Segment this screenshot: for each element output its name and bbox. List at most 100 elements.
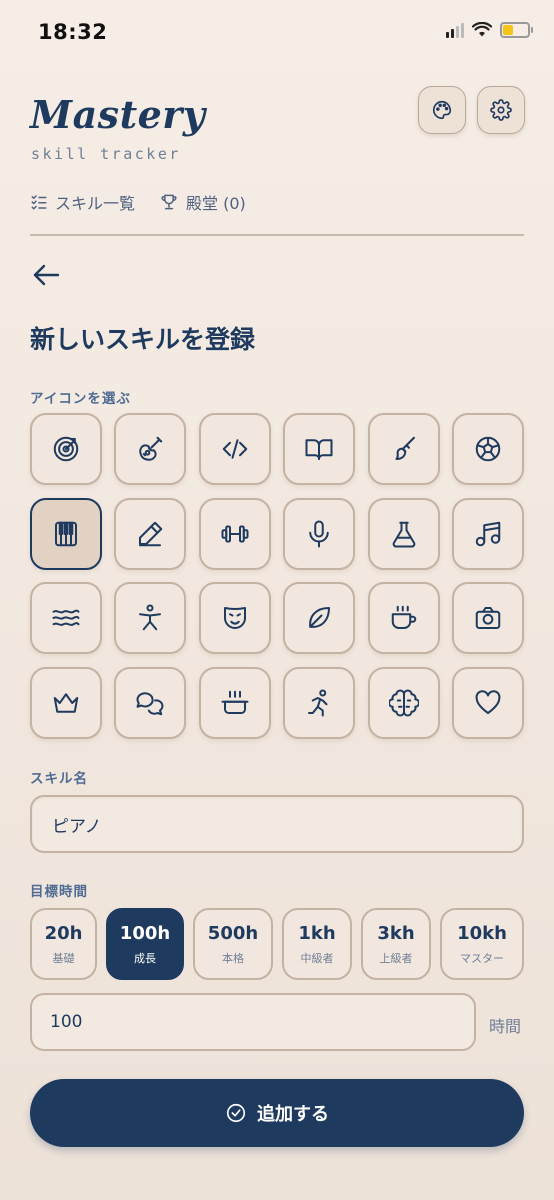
icon-option-code[interactable] <box>198 413 271 485</box>
gear-icon <box>490 99 512 121</box>
app-subtitle: skill tracker <box>31 145 181 163</box>
soccer-ball-icon <box>475 436 501 462</box>
icon-option-runner[interactable] <box>283 666 356 739</box>
checklist-icon <box>31 195 47 210</box>
icon-option-music-note[interactable] <box>451 497 524 570</box>
hours-input[interactable]: 100 <box>30 993 476 1051</box>
icon-option-mask[interactable] <box>198 582 271 655</box>
settings-button[interactable] <box>477 86 525 134</box>
icon-option-heart[interactable] <box>451 666 524 739</box>
goal-option-10kh[interactable]: 10kh マスター <box>440 908 524 980</box>
top-nav: スキル一覧 殿堂 (0) <box>30 190 246 214</box>
crown-icon <box>53 693 79 713</box>
nav-skill-list-label: スキル一覧 <box>55 194 136 213</box>
heart-icon <box>475 690 501 714</box>
status-bar: 18:32 <box>0 0 554 66</box>
goal-value: 1kh <box>298 922 336 944</box>
coffee-icon <box>391 605 416 630</box>
icon-option-guitar[interactable] <box>114 413 187 485</box>
icon-option-target[interactable] <box>30 413 102 485</box>
icon-option-waves[interactable] <box>30 582 102 655</box>
icon-picker <box>30 413 524 739</box>
chat-icon <box>136 692 164 716</box>
microphone-icon <box>309 520 329 548</box>
goal-option-1kh[interactable]: 1kh 中級者 <box>282 908 352 980</box>
goal-option-100h[interactable]: 100h 成長 <box>106 908 184 980</box>
hours-value: 100 <box>50 1012 83 1032</box>
icon-option-coffee[interactable] <box>367 582 440 655</box>
signal-icon <box>446 22 464 38</box>
goal-sub: マスター <box>460 951 504 965</box>
goal-option-3kh[interactable]: 3kh 上級者 <box>361 908 431 980</box>
target-icon <box>53 436 79 462</box>
icon-option-piano[interactable] <box>30 497 102 570</box>
icon-option-leaf[interactable] <box>283 582 356 655</box>
goal-value: 20h <box>44 922 83 944</box>
pot-icon <box>221 690 249 714</box>
piano-icon <box>55 521 77 546</box>
leaf-icon <box>309 607 331 629</box>
icon-option-pencil[interactable] <box>114 497 187 570</box>
goal-value: 100h <box>119 922 171 944</box>
goal-value: 10kh <box>457 922 507 944</box>
app-logo: Mastery <box>30 92 206 137</box>
icon-option-pot[interactable] <box>198 666 271 739</box>
pencil-icon <box>139 521 163 546</box>
goal-option-20h[interactable]: 20h 基礎 <box>30 908 97 980</box>
icon-option-crown[interactable] <box>30 666 102 739</box>
music-note-icon <box>475 521 501 546</box>
goal-options: 20h 基礎 100h 成長 500h 本格 1kh 中級者 3kh 上級者 1… <box>30 908 524 980</box>
goal-label: 目標時間 <box>30 884 88 900</box>
icon-option-flask[interactable] <box>367 497 440 570</box>
goal-sub: 上級者 <box>379 951 413 965</box>
goal-sub: 成長 <box>134 951 156 965</box>
icon-option-microphone[interactable] <box>283 497 356 570</box>
camera-icon <box>475 607 501 630</box>
goal-sub: 中級者 <box>300 951 334 965</box>
icon-option-soccer-ball[interactable] <box>451 413 524 485</box>
wifi-icon <box>472 22 492 37</box>
battery-icon <box>500 22 533 38</box>
theme-button[interactable] <box>418 86 466 134</box>
icon-option-brush[interactable] <box>367 413 440 485</box>
icon-option-book[interactable] <box>283 413 356 485</box>
flask-icon <box>392 521 415 548</box>
guitar-icon <box>139 436 163 461</box>
waves-icon <box>52 609 80 627</box>
back-arrow-icon[interactable] <box>30 258 64 292</box>
nav-hall-of-fame[interactable]: 殿堂 (0) <box>159 190 246 214</box>
header-divider <box>30 234 524 236</box>
brain-icon <box>388 689 419 717</box>
add-skill-button[interactable]: 追加する <box>30 1079 524 1147</box>
goal-option-500h[interactable]: 500h 本格 <box>193 908 273 980</box>
brush-icon <box>395 436 415 460</box>
status-time: 18:32 <box>38 20 108 44</box>
dumbbell-icon <box>221 525 249 543</box>
icon-option-person[interactable] <box>114 582 187 655</box>
icon-option-brain[interactable] <box>367 666 440 739</box>
person-icon <box>139 604 162 631</box>
trophy-icon <box>161 194 177 210</box>
icon-section-label: アイコンを選ぶ <box>30 391 131 407</box>
palette-icon <box>433 100 452 120</box>
skill-name-input[interactable]: ピアノ <box>30 795 524 853</box>
mask-icon <box>223 607 246 630</box>
nav-hall-label: 殿堂 (0) <box>186 194 246 213</box>
add-skill-label: 追加する <box>257 1104 329 1125</box>
icon-option-camera[interactable] <box>451 582 524 655</box>
icon-option-chat[interactable] <box>114 666 187 739</box>
skill-name-label: スキル名 <box>30 771 88 787</box>
icon-option-dumbbell[interactable] <box>198 497 271 570</box>
book-icon <box>305 439 333 460</box>
goal-sub: 本格 <box>222 951 244 965</box>
goal-value: 3kh <box>377 922 415 944</box>
hours-unit: 時間 <box>489 1017 522 1036</box>
runner-icon <box>308 689 328 717</box>
goal-value: 500h <box>207 922 259 944</box>
status-icons <box>446 22 533 38</box>
add-skill-screen: 18:32 Mastery skill tracker スキル一覧 殿堂 (0)… <box>0 0 554 1200</box>
nav-skill-list[interactable]: スキル一覧 <box>30 190 135 214</box>
page-title: 新しいスキルを登録 <box>30 325 256 354</box>
code-icon <box>222 439 248 459</box>
goal-sub: 基礎 <box>52 951 75 965</box>
